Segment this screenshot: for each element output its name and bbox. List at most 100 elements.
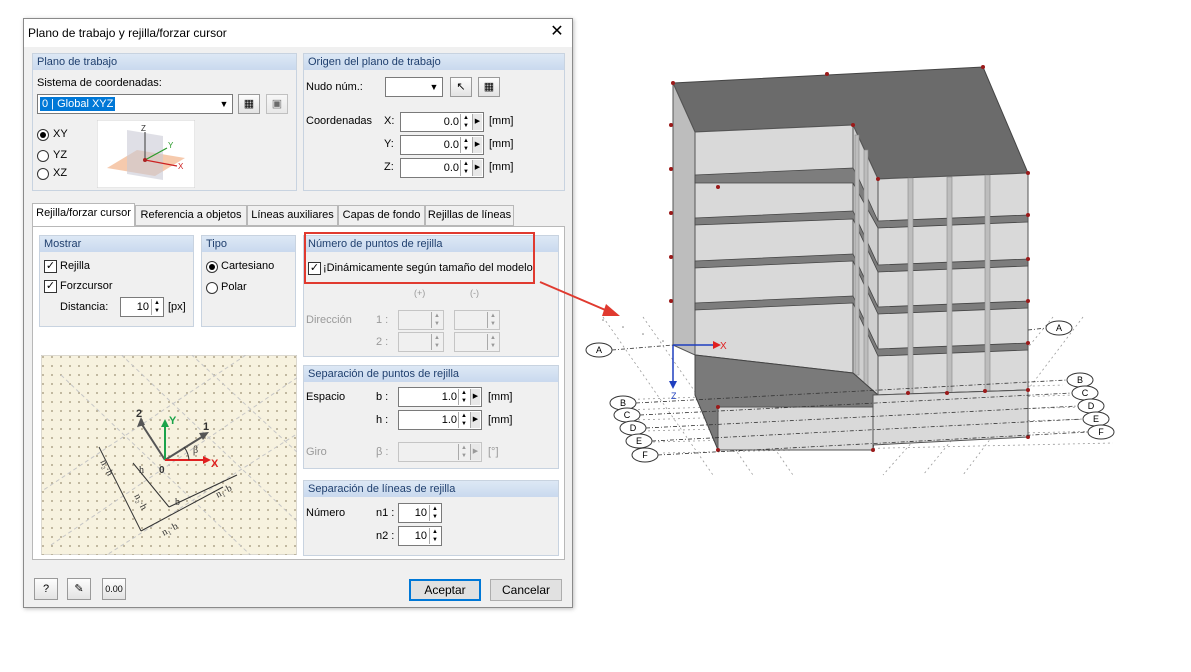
b-label: b : [376,391,389,403]
step-arrow-icon[interactable]: ▶ [470,412,480,428]
diagram-axis2-label: 2 [136,408,142,420]
spin-icon[interactable]: ▲ ▼ [431,312,442,328]
origin-y-label: Y: [384,138,394,150]
rotation-unit: [°] [488,446,499,458]
spin-icon[interactable]: ▲ ▼ [458,444,469,460]
snap-label: Forzcursor [60,280,113,292]
plane-xy-label: XY [53,128,68,140]
spin-icon[interactable]: ▲ ▼ [487,312,498,328]
coordinates-label: Coordenadas [306,115,373,127]
origin-y-input[interactable]: 0.0 ▲ ▼ ▶ [400,135,484,155]
origin-z-label: Z: [384,161,394,173]
step-arrow-icon[interactable]: ▶ [472,160,482,176]
podium-front-right [872,389,1029,446]
n1-input[interactable]: 10 ▲ ▼ [398,503,442,523]
units-button[interactable]: 0.00 [102,578,126,600]
diagram-axis1-label: 1 [203,421,209,433]
grid-bubbles-right: A B C D E F [1045,320,1115,440]
beta-label: β : [376,446,389,458]
origin-x-input[interactable]: 0.0 ▲ ▼ ▶ [400,112,484,132]
type-heading: Tipo [202,236,295,252]
bubble-left-c: C [624,410,631,420]
tab-guidelines[interactable]: Líneas auxiliares [247,205,338,226]
grid-diagram: 2 1 Y X 0 β n₂·h n₂·h n₁·b n₁·b h b [41,355,297,555]
origin-y-unit: [mm] [489,138,514,150]
bubble-left-d: D [630,423,637,433]
step-arrow-icon[interactable]: ▶ [472,114,482,130]
spin-icon[interactable]: ▲ ▼ [429,505,440,521]
coord-system-select[interactable]: 0 | Global XYZ ▼ [37,94,233,114]
spacing-b-value: 1.0 [441,391,457,403]
plane-xy-radio[interactable] [37,129,49,141]
n2-input[interactable]: 10 ▲ ▼ [398,526,442,546]
spin-icon[interactable]: ▲ ▼ [431,334,442,350]
dir2-minus-input[interactable]: ▲ ▼ [454,332,500,352]
spin-icon[interactable]: ▲ ▼ [458,412,469,428]
plane-xz-label: XZ [53,167,68,179]
coord-system-value: 0 | Global XYZ [40,97,116,111]
distance-input[interactable]: 10 ▲ ▼ [120,297,164,317]
rotation-input[interactable]: ▲ ▼ ▶ [398,442,482,462]
rotation-label: Giro [306,446,327,458]
origin-x-value: 0.0 [443,116,459,128]
tab-grid-snap[interactable]: Rejilla/forzar cursor [32,203,135,227]
tab-object-snap[interactable]: Referencia a objetos [135,205,247,226]
ok-button[interactable]: Aceptar [409,579,481,601]
dialog-title: Plano de trabajo y rejilla/forzar cursor [28,26,227,40]
origin-z-input[interactable]: 0.0 ▲ ▼ ▶ [400,158,484,178]
bubble-left-a: A [596,345,602,355]
cancel-button[interactable]: Cancelar [490,579,562,601]
pick-node-button[interactable]: ↖ [450,77,472,97]
spin-icon[interactable]: ▲ ▼ [487,334,498,350]
new-item-icon: ▦ [243,98,255,110]
plane-yz-label: YZ [53,149,68,161]
spacing-heading: Separación de puntos de rejilla [304,366,558,382]
plane-yz-radio[interactable] [37,150,49,162]
snap-checkbox[interactable]: ✓ [44,280,57,293]
help-button[interactable]: ? [34,578,58,600]
new-node-button[interactable]: ▦ [478,77,500,97]
polar-radio[interactable] [206,282,218,294]
wing-front [877,172,1029,396]
dir1-plus-input[interactable]: ▲ ▼ [398,310,444,330]
tab-background-layers[interactable]: Capas de fondo [338,205,425,226]
origin-y-value: 0.0 [443,139,459,151]
grid-label: Rejilla [60,260,90,272]
tower-side [672,82,696,356]
spacing-h-input[interactable]: 1.0 ▲ ▼ ▶ [398,410,482,430]
grid-checkbox[interactable]: ✓ [44,260,57,273]
diagram-b-label: b [175,497,180,508]
units-icon: 0.00 [105,584,123,594]
cartesian-radio[interactable] [206,261,218,273]
h-label: h : [376,414,389,426]
spin-icon[interactable]: ▲ ▼ [460,160,471,176]
origin-z-value: 0.0 [443,162,459,174]
node-select[interactable]: ▼ [385,77,443,97]
edit-coord-system-button[interactable]: ▣ [266,94,288,114]
tab-line-grids[interactable]: Rejillas de líneas [425,205,514,226]
type-panel: Tipo Cartesiano Polar [201,235,296,327]
step-arrow-icon[interactable]: ▶ [472,137,482,153]
spin-icon[interactable]: ▲ ▼ [429,528,440,544]
direction-1-label: 1 : [376,314,389,326]
dir1-minus-input[interactable]: ▲ ▼ [454,310,500,330]
edit-button[interactable]: ✎ [67,578,91,600]
diagram-h-label: h [139,465,144,476]
preview-y-label: Y [168,141,174,150]
step-arrow-icon[interactable]: ▶ [470,389,480,405]
step-arrow-icon[interactable]: ▶ [470,444,480,460]
dir2-plus-input[interactable]: ▲ ▼ [398,332,444,352]
spin-icon[interactable]: ▲ ▼ [460,137,471,153]
new-coord-system-button[interactable]: ▦ [238,94,260,114]
show-heading: Mostrar [40,236,193,252]
podium-front-left [717,406,874,451]
spin-icon[interactable]: ▲ ▼ [458,389,469,405]
close-icon[interactable]: ✕ [548,23,566,41]
spin-icon[interactable]: ▲ ▼ [460,114,471,130]
highlight-box [304,232,535,284]
plane-xz-radio[interactable] [37,168,49,180]
edit-item-icon: ▣ [271,98,283,110]
spacing-b-input[interactable]: 1.0 ▲ ▼ ▶ [398,387,482,407]
spin-icon[interactable]: ▲ ▼ [151,299,162,315]
work-plane-heading: Plano de trabajo [33,54,296,70]
